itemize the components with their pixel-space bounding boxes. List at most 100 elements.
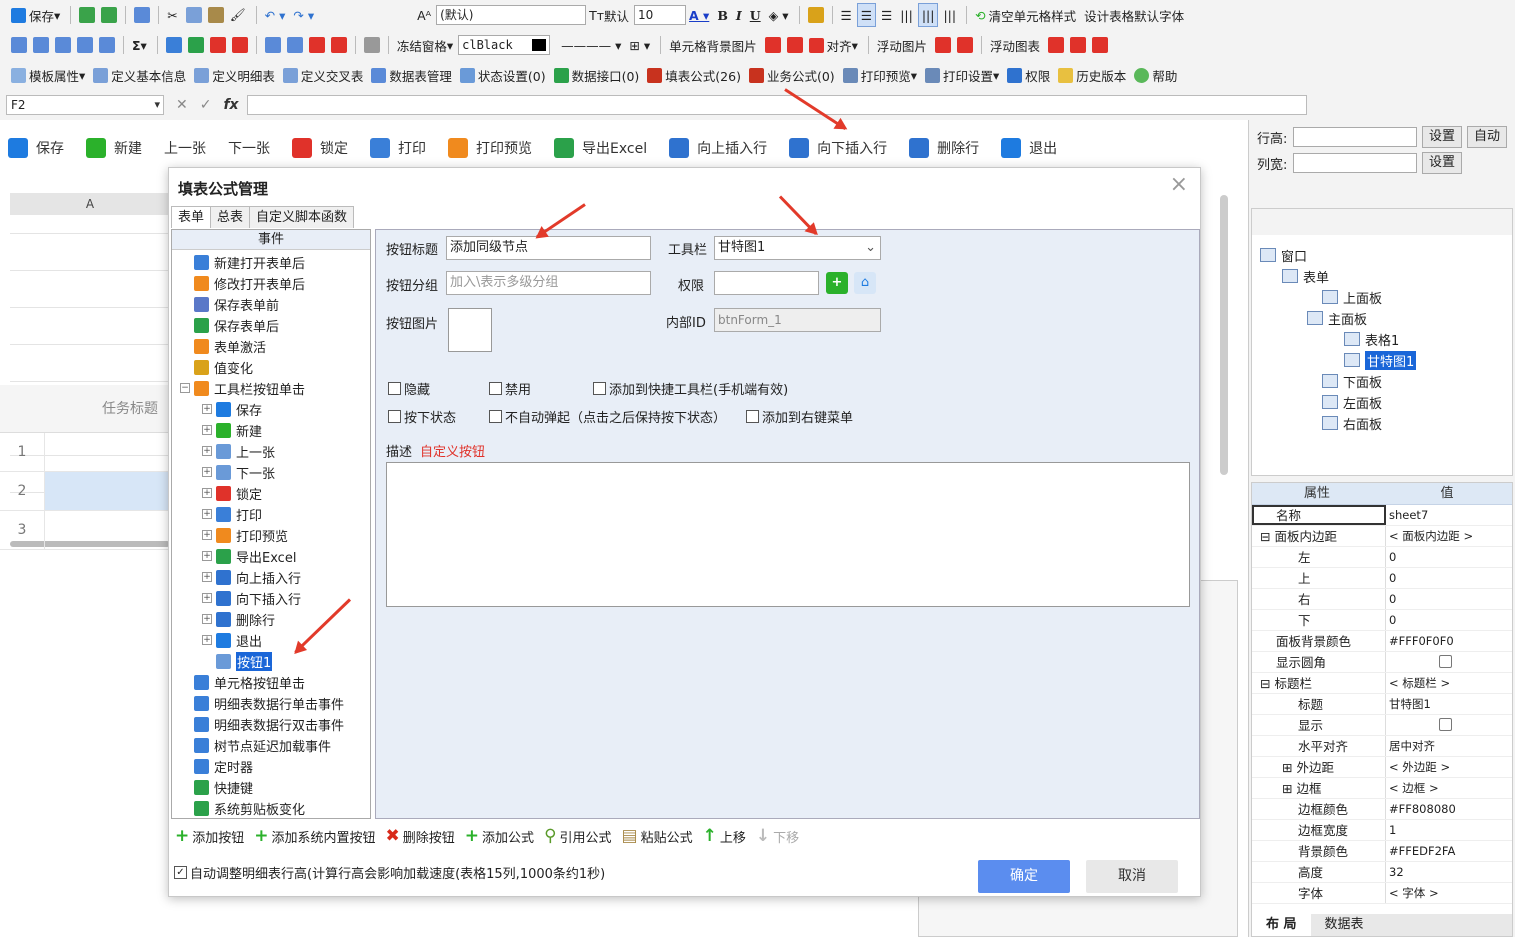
sum-button[interactable]: Σ ▾ [129,33,150,57]
font-color-icon[interactable]: A ▾ [686,3,712,27]
add-context-menu-checkbox[interactable]: 添加到右键菜单 [746,407,853,426]
checkbox-box[interactable] [1439,655,1452,668]
fill-color-icon[interactable]: ◈ ▾ [766,3,792,27]
columns-icon[interactable] [77,37,93,53]
valign-bottom-icon[interactable]: ||| [940,3,959,27]
basic-info-button[interactable]: 定义基本信息 [90,63,189,87]
align-right-icon[interactable]: ☰ [878,3,895,27]
bar-chart-icon[interactable] [1047,37,1064,53]
bar-chart2-icon[interactable] [1069,37,1086,53]
description-textarea[interactable] [386,462,1190,607]
redo-icon[interactable]: ↷ ▾ [290,3,317,27]
expand-icon[interactable]: + [202,614,212,624]
expand-icon[interactable]: + [202,572,212,582]
toolbar-select[interactable]: 甘特图1 ⌄ [714,236,881,260]
tree-node[interactable]: 主面板 [1307,308,1367,328]
form-toolbar-button[interactable]: 保存 [8,138,64,158]
event-item[interactable]: + 保存 [202,399,262,419]
property-value[interactable] [1386,715,1512,735]
import-icon[interactable] [79,7,96,23]
event-item[interactable]: 系统剪贴板变化 [194,798,305,818]
fill-formula-button[interactable]: 填表公式(26) [644,63,744,87]
copy-icon[interactable] [185,7,202,23]
format-icon[interactable] [363,37,380,53]
undo-icon[interactable]: ↶ ▾ [262,3,289,27]
event-item[interactable]: 值变化 [194,357,253,377]
column-header-a[interactable]: A [10,193,170,215]
chart3-icon[interactable] [308,37,325,53]
property-value[interactable]: < 边框 > [1386,778,1512,798]
line-style-select[interactable]: ———— ▾ [558,33,624,57]
formula-action-button[interactable]: ✖ 删除按钮 [386,826,455,846]
form-toolbar-button[interactable]: 退出 [1001,138,1057,158]
insert-icon[interactable] [165,37,182,53]
property-row[interactable]: 右0 [1252,589,1512,610]
property-value[interactable]: < 标题栏 > [1386,673,1512,693]
property-value[interactable]: #FF808080 [1386,799,1512,819]
event-item[interactable]: 明细表数据行双击事件 [194,714,344,734]
formula-action-button[interactable]: ↑ 上移 [703,826,746,846]
data-interface-button[interactable]: 数据接口(0) [551,63,643,87]
delete2-icon[interactable] [231,37,248,53]
property-row[interactable]: ⊟ 面板内边距 < 面板内边距 > [1252,526,1512,547]
detail-table-button[interactable]: 定义明细表 [191,63,278,87]
property-value[interactable]: 0 [1386,610,1512,630]
property-value[interactable]: 居中对齐 [1386,736,1512,756]
expand-icon[interactable]: + [202,593,212,603]
permission-button[interactable]: 权限 [1004,63,1053,87]
expand-icon[interactable]: + [202,404,212,414]
align-left-icon[interactable]: ☰ [838,3,855,27]
expand-icon[interactable]: + [202,425,212,435]
expand-icon[interactable]: + [202,467,212,477]
property-row[interactable]: 显示 [1252,715,1512,736]
event-item[interactable]: 单元格按钮单击 [194,672,305,692]
help-button[interactable]: 帮助 [1131,63,1180,87]
expand-icon[interactable]: + [202,530,212,540]
event-item[interactable]: + 上一张 [202,441,275,461]
color-select[interactable]: clBlack [458,35,551,55]
chart2-icon[interactable] [286,37,303,53]
event-item[interactable]: 快捷键 [194,777,253,797]
clear-style-button[interactable]: ⟲ 清空单元格样式 [972,3,1079,27]
no-auto-popup-checkbox[interactable]: 不自动弹起（点击之后保持按下状态） [489,407,726,426]
event-item[interactable]: + 打印 [202,504,262,524]
event-item[interactable]: 定时器 [194,756,253,776]
event-item[interactable]: + 向上插入行 [202,567,301,587]
event-item[interactable]: 保存表单前 [194,294,279,314]
property-row[interactable]: 标题 甘特图1 [1252,694,1512,715]
tab-form[interactable]: 表单 [171,206,212,228]
form-toolbar-button[interactable]: 导出Excel [554,138,647,158]
form-toolbar-button[interactable]: 打印 [370,138,426,158]
disabled-checkbox[interactable]: 禁用 [489,379,531,398]
event-item[interactable]: 按钮1 [202,651,273,671]
lock-icon[interactable] [807,7,824,23]
save-tool[interactable]: 保存 ▾ [8,3,63,27]
permission-input[interactable] [714,271,819,295]
format-brush-icon[interactable]: 🖌 [227,3,249,27]
form-toolbar-button[interactable]: 向下插入行 [789,138,887,158]
event-item[interactable]: + 删除行 [202,609,275,629]
property-row[interactable]: 显示圆角 [1252,652,1512,673]
event-item[interactable]: + 新建 [202,420,262,440]
default-size-button[interactable]: Tт 默认 [586,3,632,27]
checkbox-box[interactable] [1439,718,1452,731]
col-width-input[interactable] [1293,153,1417,173]
add-quick-toolbar-checkbox[interactable]: 添加到快捷工具栏(手机端有效) [593,379,788,398]
expand-icon[interactable]: + [202,551,212,561]
align-button[interactable]: 对齐 ▾ [806,33,861,57]
permission-picker-icon[interactable]: ⌂ [854,272,876,294]
align-center-icon[interactable]: ☰ [856,3,876,27]
property-value[interactable]: 甘特图1 [1386,694,1512,714]
property-value[interactable]: sheet7 [1386,505,1512,525]
tree-node[interactable]: 表格1 [1344,329,1399,349]
btn-group-input[interactable]: 加入\表示多级分组 [446,271,651,295]
italic-button[interactable]: I [733,3,745,27]
float-chart-button[interactable]: 浮动图表 [987,33,1043,57]
page-icon[interactable] [134,7,151,23]
row-height-input[interactable] [1293,127,1417,147]
property-row[interactable]: 背景颜色 #FFEDF2FA [1252,841,1512,862]
expand-icon[interactable]: + [202,446,212,456]
form-toolbar-button[interactable]: 向上插入行 [669,138,767,158]
property-value[interactable] [1386,652,1512,672]
history-button[interactable]: 历史版本 [1055,63,1129,87]
